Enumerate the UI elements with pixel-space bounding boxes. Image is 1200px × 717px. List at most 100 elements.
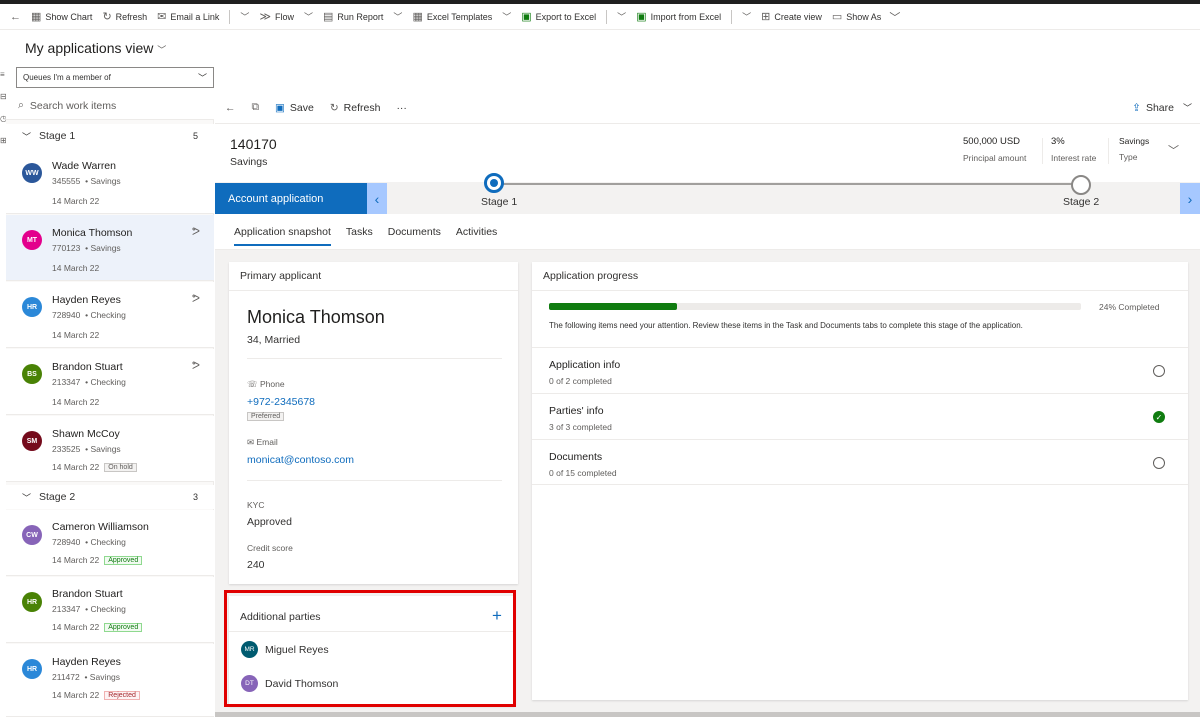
queue-filter-value: Queues I'm a member of <box>23 73 111 82</box>
queue-filter-select[interactable]: Queues I'm a member of ﹀ <box>16 67 214 88</box>
list-item-selected[interactable]: MT Monica Thomson ᕗ 770123 • Savings 14 … <box>6 215 214 281</box>
stage-group-header[interactable]: ﹀ Stage 2 3 <box>6 485 214 509</box>
mail-icon: ✉ <box>247 437 255 447</box>
list-item[interactable]: HR Hayden Reyes 211472 • Savings 14 Marc… <box>6 644 214 717</box>
export-excel-label: Export to Excel <box>535 11 597 22</box>
item-id: 233525 <box>52 444 81 454</box>
show-as-button[interactable]: ▭ Show As ﹀ <box>832 9 900 25</box>
active-stage-flyout[interactable]: Account application <box>215 183 367 214</box>
back-button[interactable]: ← <box>10 11 21 23</box>
stage-group-label: Stage 2 <box>39 491 76 503</box>
chevron-down-icon[interactable]: ﹀ <box>240 10 249 23</box>
more-commands-button[interactable]: ··· <box>396 102 407 114</box>
progress-item[interactable]: Parties' info 3 of 3 completed ✓ <box>532 393 1188 439</box>
excel-templates-icon: ▦ <box>412 11 423 23</box>
assign-person-icon[interactable]: ᕗ <box>192 359 200 372</box>
stage-1-label[interactable]: Stage 1 <box>481 196 517 208</box>
refresh-label: Refresh <box>115 11 148 22</box>
flow-icon: ≫ <box>259 11 271 23</box>
list-item[interactable]: BS Brandon Stuart ᕗ 213347 • Checking 14… <box>6 349 214 415</box>
kpi-label: Principal amount <box>963 153 1027 163</box>
item-name: Brandon Stuart <box>52 361 123 373</box>
phone-link[interactable]: +972-2345678 <box>247 396 315 408</box>
tab-activities[interactable]: Activities <box>456 214 497 250</box>
divider <box>1042 138 1043 164</box>
item-type: Savings <box>90 176 121 186</box>
item-type: Checking <box>90 310 126 320</box>
list-item[interactable]: SM Shawn McCoy 233525 • Savings 14 March… <box>6 416 214 482</box>
progress-item[interactable]: Application info 0 of 2 completed <box>532 347 1188 393</box>
applicant-details: 34, Married <box>247 334 301 346</box>
process-prev-button[interactable]: ‹ <box>367 183 387 214</box>
primary-applicant-title: Primary applicant <box>240 270 322 282</box>
stage-1-node[interactable] <box>484 173 504 193</box>
avatar: BS <box>22 364 42 384</box>
credit-score-label: Credit score <box>247 543 293 553</box>
list-item[interactable]: CW Cameron Williamson 728940 • Checking … <box>6 510 214 576</box>
record-type: Savings <box>230 156 268 168</box>
stage-2-label[interactable]: Stage 2 <box>1063 196 1099 208</box>
tab-application-snapshot[interactable]: Application snapshot <box>234 214 331 250</box>
create-view-icon: ⊞ <box>761 11 771 23</box>
chevron-down-icon[interactable]: ﹀ <box>742 10 751 23</box>
chart-icon: ▦ <box>31 11 42 23</box>
import-excel-label: Import from Excel <box>650 11 722 22</box>
open-new-window-button[interactable]: ⧉ <box>252 101 260 114</box>
application-progress-title: Application progress <box>543 270 639 282</box>
item-id: 211472 <box>52 672 80 682</box>
create-view-label: Create view <box>774 11 822 22</box>
assign-person-icon[interactable]: ᕗ <box>192 292 200 305</box>
chevron-down-icon[interactable]: ﹀ <box>617 10 626 23</box>
process-next-button[interactable]: › <box>1180 183 1200 214</box>
show-chart-button[interactable]: ▦ Show Chart <box>31 10 92 23</box>
run-report-button[interactable]: ▤ Run Report <box>323 10 383 23</box>
item-name: Monica Thomson <box>52 227 133 239</box>
tab-documents[interactable]: Documents <box>388 214 441 250</box>
phone-icon: ☏ <box>247 379 258 389</box>
refresh-view-button[interactable]: ↻ Refresh <box>102 10 147 23</box>
refresh-button[interactable]: ↻ Refresh <box>330 102 381 114</box>
email-link[interactable]: monicat@contoso.com <box>247 454 354 466</box>
create-view-button[interactable]: ⊞ Create view <box>761 10 822 23</box>
excel-templates-button[interactable]: ▦ Excel Templates <box>412 10 492 23</box>
item-id: 770123 <box>52 243 81 253</box>
avatar: WW <box>22 163 42 183</box>
stage-2-node[interactable] <box>1071 175 1091 195</box>
chevron-down-icon[interactable]: ﹀ <box>502 10 511 23</box>
list-item[interactable]: HR Hayden Reyes ᕗ 728940 • Checking 14 M… <box>6 282 214 348</box>
bottom-scroll-edge <box>215 712 1200 717</box>
save-button[interactable]: ▣ Save <box>275 102 314 114</box>
item-date: 14 March 22 <box>52 622 100 632</box>
view-title[interactable]: My applications view ﹀ <box>25 40 166 56</box>
back-button[interactable]: ← <box>225 102 236 114</box>
item-date-row: 14 March 22 On hold <box>52 462 137 472</box>
search-work-items[interactable]: ⌕ Search work items <box>6 92 214 120</box>
share-button[interactable]: ⇪ Share ﹀ <box>1132 101 1192 114</box>
show-chart-label: Show Chart <box>45 11 93 22</box>
export-excel-button[interactable]: ▣ Export to Excel <box>521 10 596 23</box>
list-item[interactable]: WW Wade Warren 345555 • Savings 14 March… <box>6 148 214 214</box>
item-id: 728940 <box>52 310 81 320</box>
progress-item[interactable]: Documents 0 of 15 completed <box>532 439 1188 485</box>
email-field-label: ✉ Email <box>247 437 278 448</box>
back-arrow-icon: ← <box>225 101 236 114</box>
chevron-down-icon[interactable]: ﹀ <box>304 10 313 23</box>
import-excel-button[interactable]: ▣ Import from Excel <box>636 10 721 23</box>
divider <box>229 290 518 291</box>
expand-header-chevron-icon[interactable]: ﹀ <box>1168 142 1179 158</box>
chevron-down-icon[interactable]: ﹀ <box>393 10 402 23</box>
item-sub: 213347 • Checking <box>52 604 126 614</box>
progress-item-sub: 0 of 15 completed <box>549 468 617 478</box>
list-item[interactable]: HR Brandon Stuart 213347 • Checking 14 M… <box>6 577 214 643</box>
avatar: MT <box>22 230 42 250</box>
search-placeholder: Search work items <box>29 99 117 112</box>
chevron-right-icon: › <box>1187 190 1193 207</box>
email-link-button[interactable]: ✉ Email a Link <box>157 10 219 23</box>
progress-item-sub: 0 of 2 completed <box>549 376 612 386</box>
flow-button[interactable]: ≫ Flow <box>259 10 294 23</box>
kyc-label: KYC <box>247 500 265 510</box>
assign-person-icon[interactable]: ᕗ <box>192 225 200 238</box>
stage-group-header[interactable]: ﹀ Stage 1 5 <box>6 124 214 148</box>
email-link-label: Email a Link <box>170 11 220 22</box>
tab-tasks[interactable]: Tasks <box>346 214 373 250</box>
